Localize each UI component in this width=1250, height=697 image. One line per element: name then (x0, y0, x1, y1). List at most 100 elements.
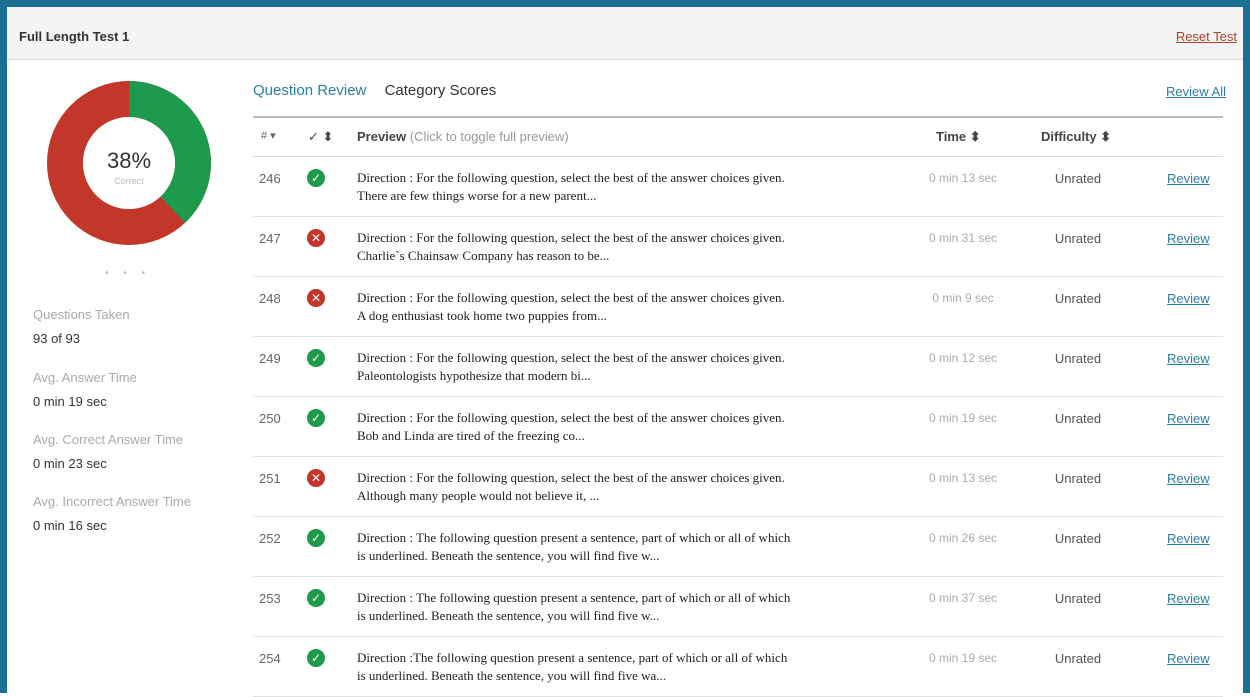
sort-number-header[interactable]: # ▾ (261, 129, 276, 142)
question-preview[interactable]: Direction : For the following question, … (357, 409, 902, 445)
difficulty-value: Unrated (1054, 591, 1102, 606)
table-row[interactable]: 249 ✓ Direction : For the following questi… (253, 337, 1223, 397)
answer-time: 0 min 31 sec (928, 231, 998, 245)
stat-label-questions-taken: Questions Taken (33, 307, 130, 322)
preview-line: Direction :The following question presen… (357, 650, 788, 665)
table-body: 246 ✓ Direction : For the following questi… (253, 157, 1223, 697)
check-circle-icon: ✓ (307, 649, 325, 667)
answer-time: 0 min 19 sec (928, 411, 998, 425)
preview-line: Direction : For the following question, … (357, 410, 785, 425)
difficulty-value: Unrated (1054, 231, 1102, 246)
preview-header-label: Preview (357, 129, 407, 144)
tab-category-scores[interactable]: Category Scores (385, 82, 497, 99)
stat-value-questions-taken: 93 of 93 (33, 331, 80, 346)
review-link[interactable]: Review (1167, 411, 1210, 426)
review-link[interactable]: Review (1167, 351, 1210, 366)
stat-value-avg-incorrect-time: 0 min 16 sec (33, 518, 107, 533)
check-circle-icon: ✓ (307, 169, 325, 187)
stat-label-avg-answer-time: Avg. Answer Time (33, 370, 137, 385)
stat-label-avg-incorrect-time: Avg. Incorrect Answer Time (33, 494, 191, 509)
x-circle-icon: ✕ (307, 289, 325, 307)
preview-line: There are few things worse for a new par… (357, 188, 597, 203)
score-percent: 38% (106, 148, 152, 173)
table-row[interactable]: 252 ✓ Direction : The following question p… (253, 517, 1223, 577)
preview-toggle-hint: (Click to toggle full preview) (409, 129, 569, 144)
review-link[interactable]: Review (1167, 291, 1210, 306)
question-number: 254 (259, 651, 281, 666)
table-row[interactable]: 254 ✓ Direction :The following question pr… (253, 637, 1223, 697)
sort-time-header[interactable]: Time ⬍ (936, 129, 981, 145)
question-number: 250 (259, 411, 281, 426)
preview-line: Direction : For the following question, … (357, 230, 785, 245)
question-number: 247 (259, 231, 281, 246)
stat-value-avg-correct-time: 0 min 23 sec (33, 456, 107, 471)
preview-line: is underlined. Beneath the sentence, you… (357, 668, 667, 683)
sort-correct-header[interactable]: ✓ ⬍ (308, 129, 333, 145)
pager-dots[interactable]: • • • (105, 268, 151, 279)
header-bar: Full Length Test 1 Reset Test (7, 7, 1243, 60)
question-preview[interactable]: Direction : For the following question, … (357, 349, 902, 385)
question-number: 246 (259, 171, 281, 186)
review-all-link[interactable]: Review All (1166, 84, 1226, 99)
question-preview[interactable]: Direction : For the following question, … (357, 229, 902, 265)
preview-line: Bob and Linda are tired of the freezing … (357, 428, 585, 443)
answer-time: 0 min 12 sec (928, 351, 998, 365)
table-row[interactable]: 250 ✓ Direction : For the following questi… (253, 397, 1223, 457)
x-circle-icon: ✕ (307, 469, 325, 487)
question-preview[interactable]: Direction : For the following question, … (357, 169, 902, 205)
answer-time: 0 min 26 sec (928, 531, 998, 545)
review-link[interactable]: Review (1167, 651, 1210, 666)
sort-difficulty-header[interactable]: Difficulty ⬍ (1041, 129, 1111, 145)
question-number: 249 (259, 351, 281, 366)
review-link[interactable]: Review (1167, 531, 1210, 546)
table-header: # ▾ ✓ ⬍ Preview (Click to toggle full pr… (253, 118, 1223, 157)
answer-time: 0 min 13 sec (928, 471, 998, 485)
review-link[interactable]: Review (1167, 171, 1210, 186)
preview-line: Although many people would not believe i… (357, 488, 600, 503)
question-preview[interactable]: Direction : For the following question, … (357, 469, 902, 505)
question-preview[interactable]: Direction : For the following question, … (357, 289, 902, 325)
answer-time: 0 min 9 sec (932, 291, 994, 305)
table-row[interactable]: 247 ✕ Direction : For the following questi… (253, 217, 1223, 277)
question-number: 248 (259, 291, 281, 306)
answer-time: 0 min 19 sec (928, 651, 998, 665)
question-preview[interactable]: Direction :The following question presen… (357, 649, 902, 685)
check-circle-icon: ✓ (307, 589, 325, 607)
question-preview[interactable]: Direction : The following question prese… (357, 589, 902, 625)
preview-line: Direction : The following question prese… (357, 590, 791, 605)
answer-time: 0 min 13 sec (928, 171, 998, 185)
preview-line: Direction : For the following question, … (357, 470, 785, 485)
review-tabs: Question Review Category Scores (253, 82, 496, 99)
review-link[interactable]: Review (1167, 591, 1210, 606)
score-donut-chart: 38% Correct (44, 78, 214, 248)
reset-test-link[interactable]: Reset Test (1176, 29, 1237, 44)
table-row[interactable]: 253 ✓ Direction : The following question p… (253, 577, 1223, 637)
table-row[interactable]: 251 ✕ Direction : For the following questi… (253, 457, 1223, 517)
question-number: 251 (259, 471, 281, 486)
question-table: # ▾ ✓ ⬍ Preview (Click to toggle full pr… (253, 116, 1223, 697)
check-circle-icon: ✓ (307, 349, 325, 367)
difficulty-value: Unrated (1054, 291, 1102, 306)
review-link[interactable]: Review (1167, 231, 1210, 246)
score-caption: Correct (114, 176, 144, 186)
review-link[interactable]: Review (1167, 471, 1210, 486)
question-number: 252 (259, 531, 281, 546)
table-row[interactable]: 248 ✕ Direction : For the following questi… (253, 277, 1223, 337)
preview-line: Direction : For the following question, … (357, 170, 785, 185)
stat-value-avg-answer-time: 0 min 19 sec (33, 394, 107, 409)
difficulty-value: Unrated (1054, 651, 1102, 666)
question-preview[interactable]: Direction : The following question prese… (357, 529, 902, 565)
x-circle-icon: ✕ (307, 229, 325, 247)
preview-line: A dog enthusiast took home two puppies f… (357, 308, 607, 323)
difficulty-value: Unrated (1054, 351, 1102, 366)
answer-time: 0 min 37 sec (928, 591, 998, 605)
test-title: Full Length Test 1 (19, 29, 130, 44)
preview-line: Paleontologists hypothesize that modern … (357, 368, 591, 383)
preview-line: Charlie`s Chainsaw Company has reason to… (357, 248, 610, 263)
stat-label-avg-correct-time: Avg. Correct Answer Time (33, 432, 184, 447)
table-row[interactable]: 246 ✓ Direction : For the following questi… (253, 157, 1223, 217)
preview-line: Direction : For the following question, … (357, 290, 785, 305)
preview-line: Direction : The following question prese… (357, 530, 791, 545)
tab-question-review[interactable]: Question Review (253, 82, 366, 99)
check-circle-icon: ✓ (307, 409, 325, 427)
